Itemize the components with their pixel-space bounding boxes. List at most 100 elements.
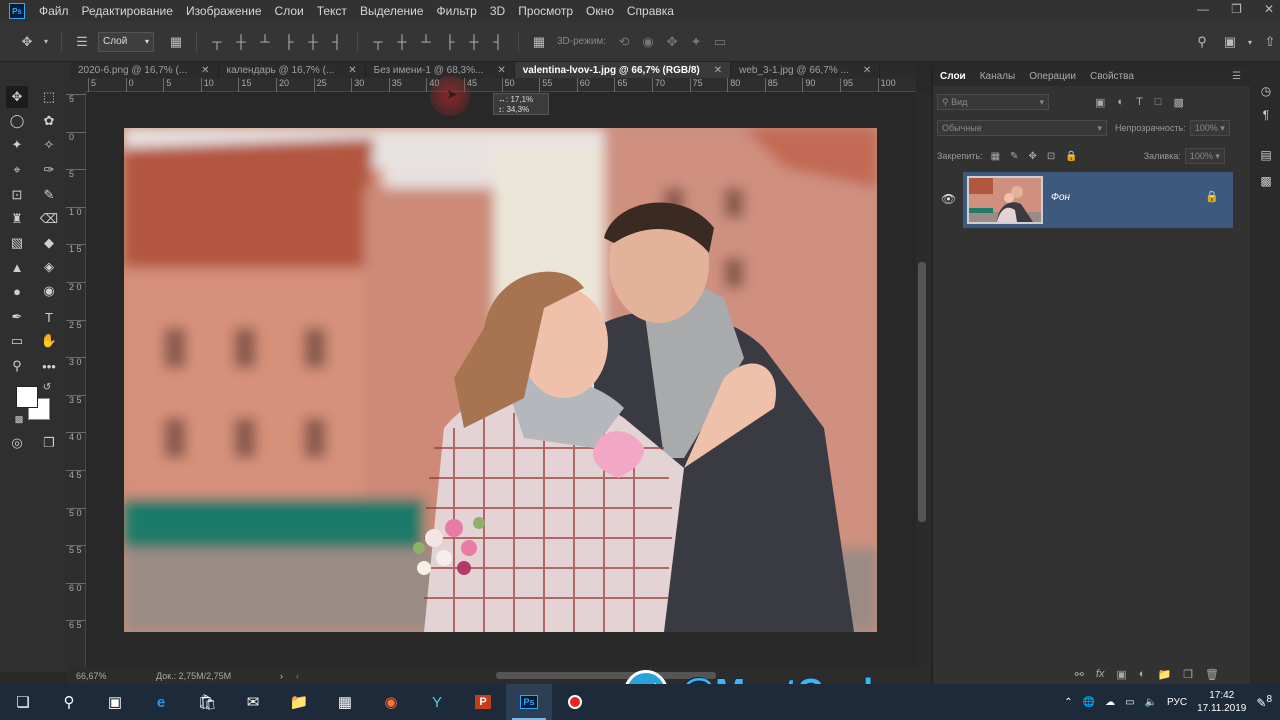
more-tools-icon[interactable]: ••• xyxy=(38,355,60,377)
3d-drag-icon[interactable]: ✥ xyxy=(663,33,681,51)
menu-select[interactable]: Выделение xyxy=(360,4,424,18)
gradient-tool-icon[interactable]: ▧ xyxy=(6,232,28,254)
zoom-level[interactable]: 66,67% xyxy=(76,671,156,681)
panel-menu-icon[interactable]: ☰ xyxy=(1232,71,1241,82)
default-colors-icon[interactable]: ▩ xyxy=(12,412,26,426)
new-layer-icon[interactable]: ❐ xyxy=(1183,668,1193,681)
menu-view[interactable]: Просмотр xyxy=(518,4,573,18)
chevron-down-icon[interactable]: ▾ xyxy=(42,33,50,51)
screen-mode-icon[interactable]: ❐ xyxy=(38,432,60,454)
restore-icon[interactable]: ❐ xyxy=(1231,2,1242,16)
align-hcenter-icon[interactable]: ┼ xyxy=(304,33,322,51)
document-image[interactable] xyxy=(124,128,877,632)
ruler-origin[interactable] xyxy=(66,78,86,92)
close-icon[interactable]: ✕ xyxy=(1264,2,1274,16)
lock-transparent-icon[interactable]: ▦ xyxy=(991,151,1000,162)
distribute-hcenter-icon[interactable]: ┼ xyxy=(465,33,483,51)
layer-filter-field[interactable]: ⚲ Вид ▾ xyxy=(937,94,1049,110)
lock-icon[interactable]: 🔒 xyxy=(1205,190,1219,203)
yandex-browser-icon[interactable]: Y xyxy=(414,684,460,720)
scroll-thumb[interactable] xyxy=(918,262,926,522)
share-icon[interactable]: ⇧ xyxy=(1261,33,1279,51)
tab-actions[interactable]: Операции xyxy=(1022,71,1083,82)
chevron-left-icon[interactable]: ‹ xyxy=(296,671,299,681)
ruler-horizontal[interactable]: 5051015202530354045505560657075808590951… xyxy=(86,78,916,92)
quick-mask-icon[interactable]: ◎ xyxy=(6,432,28,454)
menu-layers[interactable]: Слои xyxy=(275,4,304,18)
lock-all-icon[interactable]: 🔒 xyxy=(1065,151,1077,162)
task-view-icon[interactable]: ▣ xyxy=(92,684,138,720)
close-icon[interactable]: ✕ xyxy=(348,65,356,76)
volume-icon[interactable]: 🔈 xyxy=(1145,697,1157,708)
chevron-down-icon[interactable]: ▾ xyxy=(1241,33,1259,51)
smudge-tool-icon[interactable]: ● xyxy=(6,280,28,302)
layer-name[interactable]: Фон xyxy=(1051,192,1070,203)
menu-3d[interactable]: 3D xyxy=(490,4,505,18)
lock-image-icon[interactable]: ✎ xyxy=(1010,151,1018,162)
search-icon[interactable]: ⚲ xyxy=(46,684,92,720)
eye-icon[interactable]: 👁 xyxy=(941,192,956,206)
align-left-icon[interactable]: ├ xyxy=(280,33,298,51)
minimize-icon[interactable]: — xyxy=(1197,2,1209,16)
libraries-icon[interactable]: ▤ xyxy=(1258,148,1274,164)
chevron-right-icon[interactable]: › xyxy=(280,671,296,681)
tab-channels[interactable]: Каналы xyxy=(973,71,1023,82)
document-tab[interactable]: web_3-1.jpg @ 66,7% ... ✕ xyxy=(731,62,881,78)
quick-select-icon[interactable]: ✦ xyxy=(6,134,28,156)
eyedropper-icon[interactable]: ✑ xyxy=(38,159,60,181)
swap-colors-icon[interactable]: ↺ xyxy=(40,380,54,394)
distribute-vcenter-icon[interactable]: ┼ xyxy=(393,33,411,51)
fill-field[interactable]: 100% ▾ xyxy=(1184,148,1225,164)
layer-item-selected[interactable]: Фон 🔒 xyxy=(963,172,1233,228)
align-bottom-icon[interactable]: ┴ xyxy=(256,33,274,51)
store-icon[interactable]: 🛍 xyxy=(184,684,230,720)
chevron-up-icon[interactable]: ⌃ xyxy=(1064,697,1072,708)
3d-scale-icon[interactable]: ▭ xyxy=(711,33,729,51)
close-icon[interactable]: ✕ xyxy=(201,65,209,76)
file-explorer-icon[interactable]: 📁 xyxy=(276,684,322,720)
hand-tool-icon[interactable]: ✋ xyxy=(38,330,60,352)
filter-pixel-icon[interactable]: ▣ xyxy=(1095,96,1105,109)
lasso-tool-icon[interactable]: ✿ xyxy=(38,110,60,132)
filter-smart-icon[interactable]: ▩ xyxy=(1173,96,1183,109)
menu-help[interactable]: Справка xyxy=(627,4,674,18)
type-tool-icon[interactable]: T xyxy=(38,306,60,328)
opacity-field[interactable]: 100% ▾ xyxy=(1189,120,1230,136)
burn-tool-icon[interactable]: ◈ xyxy=(38,256,60,278)
paragraph-icon[interactable]: ¶ xyxy=(1258,108,1274,124)
lock-artboard-icon[interactable]: ⊡ xyxy=(1047,151,1055,162)
filter-type-icon[interactable]: T xyxy=(1136,96,1143,109)
menu-image[interactable]: Изображение xyxy=(186,4,262,18)
adjustment-layer-icon[interactable]: ◐ xyxy=(1139,668,1146,680)
distribute-bottom-icon[interactable]: ┴ xyxy=(417,33,435,51)
eraser-tool-icon[interactable]: ⌫ xyxy=(38,208,60,230)
zoom-tool-icon[interactable]: ⚲ xyxy=(6,355,28,377)
photoshop-logo-icon[interactable]: Ps xyxy=(9,3,25,19)
auto-select-icon[interactable]: ☰ xyxy=(73,33,91,51)
close-icon[interactable]: ✕ xyxy=(497,65,505,76)
onedrive-icon[interactable]: ☁ xyxy=(1105,697,1115,708)
auto-align-icon[interactable]: ▦ xyxy=(530,33,548,51)
document-tab[interactable]: 2020-6.png @ 16,7% (... ✕ xyxy=(70,62,219,78)
filter-adjust-icon[interactable]: ◐ xyxy=(1117,96,1124,109)
marquee-tool-icon[interactable]: ⬚ xyxy=(38,86,60,108)
link-layers-icon[interactable]: ⚯ xyxy=(1075,668,1084,681)
align-right-icon[interactable]: ┤ xyxy=(328,33,346,51)
notes-icon[interactable]: ▩ xyxy=(1258,174,1274,190)
battery-icon[interactable]: ▭ xyxy=(1125,697,1134,708)
align-vcenter-icon[interactable]: ┼ xyxy=(232,33,250,51)
close-icon[interactable]: ✕ xyxy=(863,65,871,76)
document-tab-active[interactable]: valentina-lvov-1.jpg @ 66,7% (RGB/8) ✕ xyxy=(514,62,732,78)
tab-layers[interactable]: Слои xyxy=(933,71,973,82)
clock[interactable]: 17:42 17.11.2019 xyxy=(1197,689,1246,715)
dodge-tool-icon[interactable]: ▲ xyxy=(6,256,28,278)
move-tool-icon[interactable]: ✥ xyxy=(18,33,36,51)
document-tab[interactable]: Без имени-1 @ 68,3%... ✕ xyxy=(366,62,515,78)
lock-position-icon[interactable]: ✥ xyxy=(1028,151,1036,162)
magic-wand-icon[interactable]: ✧ xyxy=(38,134,60,156)
distribute-left-icon[interactable]: ├ xyxy=(441,33,459,51)
move-tool-icon[interactable]: ✥ xyxy=(6,86,28,108)
foreground-color-swatch[interactable] xyxy=(16,386,38,408)
edge-browser-icon[interactable]: e xyxy=(138,684,184,720)
canvas-area[interactable] xyxy=(86,92,916,667)
